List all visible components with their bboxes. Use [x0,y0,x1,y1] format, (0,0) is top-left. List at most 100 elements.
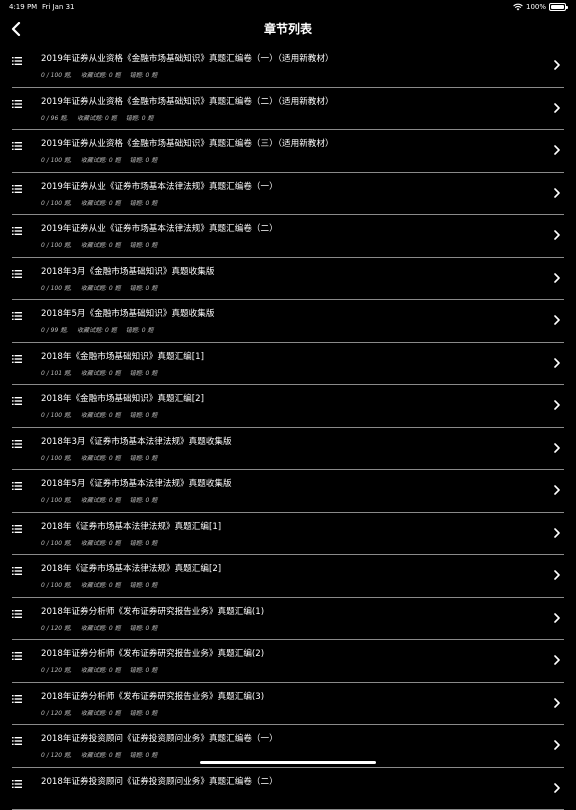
chapter-wrong: 错题: 0 题 [130,710,158,717]
chapter-progress: 0 / 120 题, [41,625,72,632]
chapter-stats: 0 / 100 题,收藏试题: 0 题错题: 0 题 [41,580,166,589]
status-time: 4:19 PM [9,0,37,14]
chevron-right-icon [554,315,560,325]
chapter-title: 2018年《证券市场基本法律法规》真题汇编[1] [41,520,221,532]
chapter-title: 2019年证券从业《证券市场基本法律法规》真题汇编卷（一） [41,180,278,192]
chapter-row[interactable]: 2018年《金融市场基础知识》真题汇编[1] 0 / 101 题, 收藏试题: 0 … [12,343,564,386]
chapter-wrong: 错题: 0 题 [130,72,158,79]
chapter-row[interactable]: 2019年证券从业《证券市场基本法律法规》真题汇编卷（一）0 / 100 题,收… [12,173,564,216]
chapter-progress: 0 / 100 题, [41,72,72,79]
chapter-title: 2019年证券从业《证券市场基本法律法规》真题汇编卷（二） [41,222,278,234]
chapter-wrong: 错题: 0 题 [130,370,158,377]
chapter-title: 2018年3月《金融市场基础知识》真题收集版 [41,265,214,277]
chevron-left-icon [11,22,21,36]
chapter-row[interactable]: 2019年证券从业资格《金融市场基础知识》真题汇编卷（一）（适用新教材） 0 / … [12,45,564,88]
chapter-title: 2018年5月《金融市场基础知识》真题收集版 [41,307,214,319]
chapter-stats: 0 / 100 题,收藏试题: 0 题错题: 0 题 [41,155,166,164]
chevron-right-icon [554,613,560,623]
chevron-right-icon [554,230,560,240]
chapter-stats: 0 / 120 题,收藏试题: 0 题错题: 0 题 [41,708,166,717]
chapter-title: 2019年证券从业资格《金融市场基础知识》真题汇编卷（一）（适用新教材） [41,52,334,64]
chapter-wrong: 错题: 0 题 [130,667,158,674]
chapter-progress: 0 / 100 题, [41,285,72,292]
battery-icon [549,3,566,11]
chevron-right-icon [554,485,560,495]
chevron-right-icon [554,698,560,708]
chapter-title: 2019年证券从业资格《金融市场基础知识》真题汇编卷（三）（适用新教材） [41,137,334,149]
chapter-progress: 0 / 100 题, [41,412,72,419]
chapter-stats: 0 / 120 题,收藏试题: 0 题错题: 0 题 [41,665,166,674]
chapter-row[interactable]: 2018年3月《证券市场基本法律法规》真题收集版0 / 100 题,收藏试题: … [12,428,564,471]
list-icon [12,270,22,278]
chapter-row[interactable]: 2018年《金融市场基础知识》真题汇编[2]0 / 100 题,收藏试题: 0 … [12,385,564,428]
chapter-progress: 0 / 100 题, [41,497,72,504]
back-button[interactable] [6,19,26,39]
chapter-row[interactable]: 2018年证券分析师《发布证券研究报告业务》真题汇编(3)0 / 120 题,收… [12,683,564,726]
chevron-right-icon [554,60,560,70]
chapter-stats: 0 / 100 题,收藏试题: 0 题错题: 0 题 [41,283,166,292]
chapter-wrong: 错题: 0 题 [130,242,158,249]
chevron-right-icon [554,570,560,580]
chapter-favorites: 收藏试题: 0 题 [77,327,117,334]
chapter-favorites: 收藏试题: 0 题 [81,412,121,419]
list-icon [12,440,22,448]
chevron-right-icon [554,655,560,665]
status-right: 100% [513,0,566,14]
list-icon [12,737,22,745]
chapter-progress: 0 / 101 题, [41,370,72,377]
list-icon [12,100,22,108]
chapter-wrong: 错题: 0 题 [130,200,158,207]
list-icon [12,482,22,490]
chapter-progress: 0 / 100 题, [41,242,72,249]
chapter-list: 2019年证券从业资格《金融市场基础知识》真题汇编卷（一）（适用新教材） 0 / … [0,45,576,768]
chevron-right-icon [554,528,560,538]
chapter-row[interactable]: 2018年5月《证券市场基本法律法规》真题收集版0 / 100 题,收藏试题: … [12,470,564,513]
status-date: Fri Jan 31 [42,0,75,14]
chapter-progress: 0 / 99 题, [41,327,68,334]
chapter-stats: 0 / 101 题, 收藏试题: 0 题 错题: 0 题 [41,368,166,377]
chapter-title: 2018年《金融市场基础知识》真题汇编[1] [41,350,204,362]
chapter-row[interactable]: 2018年5月《金融市场基础知识》真题收集版 0 / 99 题, 收藏试题: 0 题… [12,300,564,343]
chapter-stats: 0 / 120 题, 收藏试题: 0 题 错题: 0 题 [41,623,166,632]
chapter-stats: 0 / 96 题,收藏试题: 0 题错题: 0 题 [41,113,162,122]
chapter-row[interactable]: 2019年证券从业资格《金融市场基础知识》真题汇编卷（二）（适用新教材）0 / … [12,88,564,131]
chevron-right-icon [554,783,560,793]
chapter-row[interactable]: 2018年证券投资顾问《证券投资顾问业务》真题汇编卷（二） [12,768,564,810]
chapter-favorites: 收藏试题: 0 题 [81,625,121,632]
chapter-favorites: 收藏试题: 0 题 [81,370,121,377]
wifi-icon [513,3,523,11]
chapter-title: 2018年证券分析师《发布证券研究报告业务》真题汇编(2) [41,647,264,659]
chapter-stats: 0 / 100 题,收藏试题: 0 题错题: 0 题 [41,538,166,547]
list-icon [12,652,22,660]
page-title: 章节列表 [0,14,576,44]
chapter-row[interactable]: 2019年证券从业资格《金融市场基础知识》真题汇编卷（三）（适用新教材） 0 / … [12,130,564,173]
chapter-wrong: 错题: 0 题 [126,115,154,122]
battery-percent: 100% [526,0,546,14]
chapter-row[interactable]: 2018年证券分析师《发布证券研究报告业务》真题汇编(1)0 / 120 题,收… [12,598,564,641]
chapter-title: 2018年《证券市场基本法律法规》真题汇编[2] [41,562,221,574]
chapter-wrong: 错题: 0 题 [126,327,154,334]
chapter-progress: 0 / 120 题, [41,667,72,674]
chapter-row[interactable]: 2018年证券分析师《发布证券研究报告业务》真题汇编(2) 0 / 120 题,收… [12,640,564,683]
list-icon [12,610,22,618]
chapter-favorites: 收藏试题: 0 题 [81,455,121,462]
chapter-title: 2018年证券投资顾问《证券投资顾问业务》真题汇编卷（二） [41,775,278,787]
chapter-row[interactable]: 2018年3月《金融市场基础知识》真题收集版 0 / 100 题, 收藏试题: 0 … [12,258,564,301]
chapter-stats: 0 / 100 题,收藏试题: 0 题错题: 0 题 [41,453,166,462]
chapter-row[interactable]: 2018年《证券市场基本法律法规》真题汇编[1] 0 / 100 题,收藏试题: … [12,513,564,556]
chapter-wrong: 错题: 0 题 [130,625,158,632]
home-indicator [200,761,376,764]
chapter-favorites: 收藏试题: 0 题 [81,285,121,292]
chapter-favorites: 收藏试题: 0 题 [81,200,121,207]
chapter-favorites: 收藏试题: 0 题 [81,582,121,589]
chapter-favorites: 收藏试题: 0 题 [81,497,121,504]
list-icon [12,695,22,703]
chapter-stats: 0 / 100 题,收藏试题: 0 题错题: 0 题 [41,240,166,249]
list-icon [12,185,22,193]
chapter-title: 2018年证券投资顾问《证券投资顾问业务》真题汇编卷（一） [41,732,278,744]
chapter-progress: 0 / 120 题, [41,752,72,759]
chapter-row[interactable]: 2018年《证券市场基本法律法规》真题汇编[2] 0 / 100 题,收藏试题: … [12,555,564,598]
chapter-favorites: 收藏试题: 0 题 [81,157,121,164]
chapter-wrong: 错题: 0 题 [130,455,158,462]
chapter-row[interactable]: 2019年证券从业《证券市场基本法律法规》真题汇编卷（二） 0 / 100 题,收… [12,215,564,258]
